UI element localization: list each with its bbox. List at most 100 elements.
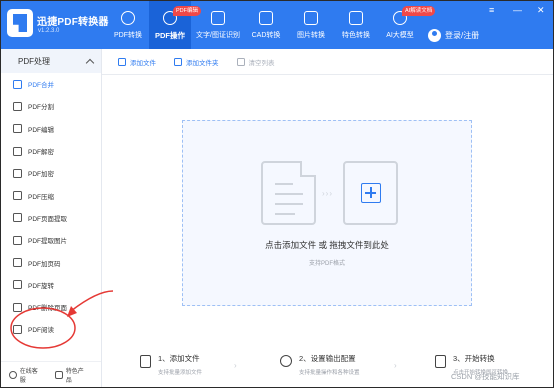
sidebar-item-label: PDF合并 <box>28 82 54 90</box>
step-add-file: 1、添加文件 支持批量添加文件 <box>140 353 202 376</box>
headset-icon <box>9 370 17 379</box>
unlock-icon <box>13 146 22 156</box>
rotate-icon <box>13 280 22 290</box>
sidebar-item-label: PDF压缩 <box>28 193 54 201</box>
nav-label: 图片转换 <box>297 32 325 39</box>
sidebar-item-pdf-delete-page[interactable]: PDF删除页面 <box>1 296 101 318</box>
dropzone-sub-text: 支持PDF格式 <box>308 261 345 267</box>
nav-special-convert[interactable]: 特色转换 <box>339 1 373 49</box>
scan-text-icon <box>211 11 225 25</box>
step-title: 2、设置输出配置 <box>299 354 356 363</box>
doc-line <box>275 203 303 205</box>
page-extract-icon <box>13 213 22 223</box>
sidebar-item-label: PDF删除页面 <box>28 305 67 313</box>
app-title: 迅捷PDF转换器 <box>37 17 109 28</box>
minimize-icon[interactable]: — <box>513 5 522 15</box>
plus-icon <box>361 183 381 203</box>
add-folder-icon <box>174 57 182 66</box>
doc-line <box>275 213 295 215</box>
edit-icon <box>13 124 22 134</box>
sidebar-item-pdf-page-extract[interactable]: PDF页面提取 <box>1 207 101 229</box>
sidebar-item-pdf-merge[interactable]: PDF合并 <box>1 73 101 95</box>
sidebar-item-label: PDF编辑 <box>28 126 54 134</box>
ai-doc-badge: AI解读文档 <box>402 6 436 16</box>
shield-icon <box>13 168 22 178</box>
merge-icon <box>13 79 22 89</box>
close-icon[interactable]: ✕ <box>537 5 545 15</box>
app-version: v1.2.3.0 <box>38 28 60 34</box>
sidebar-footer: 在线客服 特色产品 <box>1 361 101 387</box>
sidebar-item-label: PDF分割 <box>28 104 54 112</box>
image-icon <box>304 11 318 25</box>
arrows-icon: ››› <box>322 189 333 198</box>
nav-label: AI大模型 <box>386 32 414 39</box>
nav-label: PDF转换 <box>114 32 142 39</box>
file-drop-zone[interactable]: ››› 点击添加文件 或 拖拽文件到此处 支持PDF格式 <box>182 120 472 306</box>
step-separator: › <box>394 361 397 370</box>
doc-line <box>275 183 293 185</box>
sidebar-item-label: PDF阅读 <box>28 327 54 335</box>
footer-label: 在线客服 <box>19 368 38 384</box>
nav-label: CAD转换 <box>251 32 281 39</box>
add-folder-button[interactable]: 添加文件夹 <box>174 57 219 67</box>
nav-text-recognition[interactable]: 文字/图证识别 <box>193 1 243 49</box>
nav-image-convert[interactable]: 图片转换 <box>294 1 328 49</box>
sidebar-item-pdf-compress[interactable]: PDF压缩 <box>1 184 101 206</box>
add-file-icon <box>140 355 151 368</box>
sidebar-item-pdf-image-extract[interactable]: PDF提取图片 <box>1 229 101 251</box>
nav-label: PDF操作 <box>155 31 185 40</box>
sidebar: PDF处理 PDF合并 PDF分割 PDF编辑 PDF解密 PDF加密 PDF压… <box>1 49 102 387</box>
menu-icon[interactable]: ≡ <box>489 5 494 15</box>
online-service-button[interactable]: 在线客服 <box>9 366 43 384</box>
dropzone-main-text: 点击添加文件 或 拖拽文件到此处 <box>265 240 389 250</box>
document-icon <box>261 161 316 225</box>
avatar <box>428 29 441 42</box>
add-document-icon <box>343 161 398 225</box>
sidebar-item-pdf-page-number[interactable]: PDF加页码 <box>1 251 101 273</box>
sidebar-item-label: PDF加页码 <box>28 260 61 268</box>
nav-label: 文字/图证识别 <box>196 32 240 39</box>
nav-pdf-convert[interactable]: PDF转换 <box>111 1 145 49</box>
footer-label: 特色产品 <box>65 368 84 384</box>
step-title: 3、开始转换 <box>453 354 495 363</box>
convert-icon <box>435 355 446 368</box>
step-output-settings: 2、设置输出配置 支持批量操作和各种设置 <box>280 353 360 376</box>
add-folder-label: 添加文件夹 <box>186 59 219 67</box>
split-icon <box>13 101 22 111</box>
sidebar-section-header[interactable]: PDF处理 <box>1 49 101 73</box>
sidebar-item-pdf-encrypt[interactable]: PDF加密 <box>1 162 101 184</box>
doc-line <box>275 193 303 195</box>
sidebar-item-pdf-read[interactable]: PDF阅读 <box>1 318 101 340</box>
sidebar-item-label: PDF页面提取 <box>28 215 67 223</box>
sidebar-item-pdf-edit[interactable]: PDF编辑 <box>1 118 101 140</box>
app-window: 迅捷PDF转换器 v1.2.3.0 PDF转换 PDF操作 PDF编辑 文字/图… <box>0 0 554 388</box>
sidebar-item-pdf-split[interactable]: PDF分割 <box>1 95 101 117</box>
file-toolbar: 添加文件 添加文件夹 清空列表 <box>102 49 553 75</box>
settings-icon <box>280 355 292 367</box>
trash-icon <box>236 57 245 66</box>
login-label: 登录/注册 <box>445 31 480 40</box>
step-desc: 支持批量添加文件 <box>158 370 203 376</box>
step-separator: › <box>234 361 237 370</box>
add-file-button[interactable]: 添加文件 <box>118 57 156 67</box>
login-button[interactable]: 登录/注册 <box>428 29 479 42</box>
sidebar-item-label: PDF旋转 <box>28 282 54 290</box>
refresh-icon <box>121 11 135 25</box>
clear-list-button[interactable]: 清空列表 <box>236 57 275 67</box>
sparkle-icon <box>349 11 363 25</box>
sidebar-item-pdf-rotate[interactable]: PDF旋转 <box>1 274 101 296</box>
nav-cad-convert[interactable]: CAD转换 <box>249 1 283 49</box>
sidebar-item-label: PDF提取图片 <box>28 238 67 246</box>
top-navigation-bar: 迅捷PDF转换器 v1.2.3.0 PDF转换 PDF操作 PDF编辑 文字/图… <box>1 1 553 49</box>
book-icon <box>13 324 22 334</box>
featured-products-button[interactable]: 特色产品 <box>55 366 89 384</box>
add-file-label: 添加文件 <box>130 59 156 67</box>
cad-icon <box>259 11 273 25</box>
step-desc: 支持批量操作和各种设置 <box>299 370 360 376</box>
chevron-up-icon <box>85 58 95 67</box>
sidebar-item-pdf-decrypt[interactable]: PDF解密 <box>1 140 101 162</box>
product-icon <box>55 370 63 379</box>
image-extract-icon <box>13 235 22 245</box>
step-title: 1、添加文件 <box>158 354 200 363</box>
watermark: CSDN @技能知识库 <box>451 372 520 381</box>
